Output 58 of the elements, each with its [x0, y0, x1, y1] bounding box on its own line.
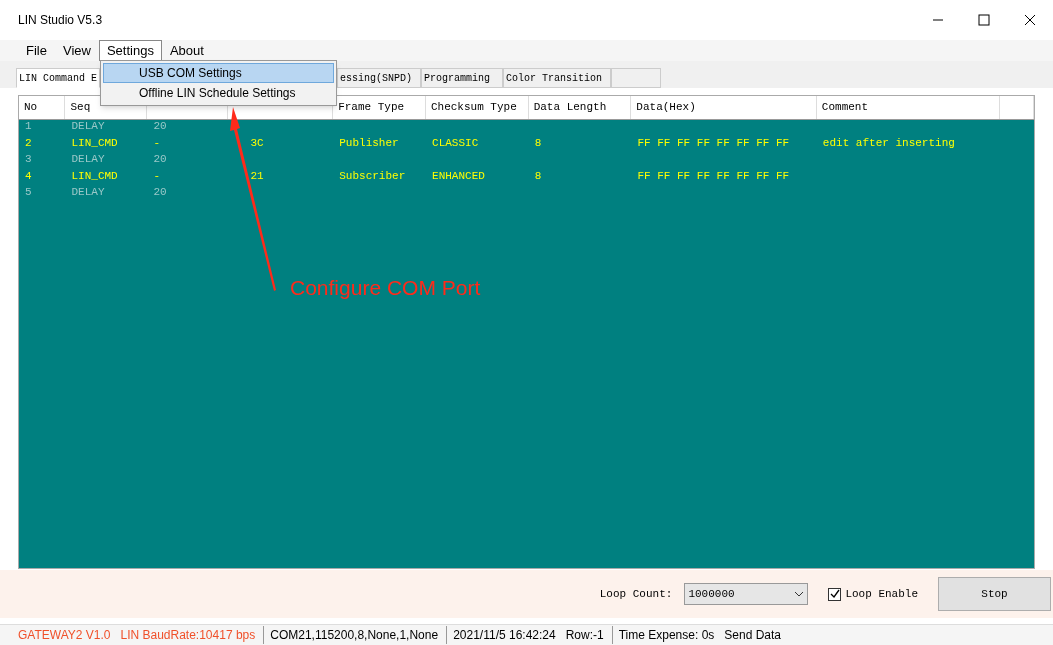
table-cell: edit after inserting	[822, 136, 955, 149]
table-cell: -	[153, 136, 161, 149]
table-cell: ENHANCED	[432, 169, 485, 182]
status-text: LIN BaudRate:10417 bps	[120, 626, 265, 644]
checkbox[interactable]	[828, 587, 842, 601]
column-header: Frame Type	[338, 100, 405, 116]
table-cell: Subscriber	[339, 169, 406, 182]
column-header: Data Length	[533, 100, 607, 116]
menu-item[interactable]: About	[161, 40, 212, 61]
menu-option[interactable]: Offline LIN Schedule Settings	[103, 83, 334, 103]
table-cell: FF FF FF FF FF FF FF FF	[637, 136, 790, 149]
table-cell: -	[153, 169, 161, 182]
checkbox-label: Loop Enable	[845, 586, 918, 602]
table-cell: 8	[534, 169, 542, 182]
table-cell: LIN_CMD	[71, 169, 118, 182]
table-cell: CLASSIC	[432, 136, 479, 149]
table-cell: 1	[25, 120, 32, 133]
table-cell: LIN_CMD	[71, 136, 118, 149]
table-cell: Publisher	[339, 136, 399, 149]
status-text: 2021/11/5 16:42:24	[453, 627, 557, 644]
column-header: Checksum Type	[430, 100, 517, 116]
loop-count-label: Loop Count:	[599, 586, 673, 602]
column-header: Data(Hex)	[636, 100, 696, 116]
tab[interactable]: Programming	[421, 68, 503, 88]
annotation-text: Configure COM Port	[290, 275, 481, 301]
status-text: Send Data	[724, 627, 783, 644]
column-header: Comment	[821, 100, 869, 116]
stop-button[interactable]: Stop	[938, 577, 1051, 611]
column-header: Seq	[70, 100, 91, 116]
table-cell: 8	[534, 136, 542, 149]
table-cell: DELAY	[71, 153, 105, 166]
table-cell: 5	[25, 186, 32, 199]
table-cell: DELAY	[71, 120, 105, 133]
status-text: COM21,115200,8,None,1,None	[270, 626, 448, 644]
loop-count-dropdown[interactable]: 1000000	[684, 583, 809, 605]
window-title: LIN Studio V5.3	[18, 12, 103, 29]
table-cell: FF FF FF FF FF FF FF FF	[637, 169, 790, 182]
menu-item[interactable]: View	[54, 40, 99, 61]
status-text: Time Expense: 0s	[618, 627, 716, 644]
table-cell: DELAY	[71, 186, 105, 199]
table-cell: 20	[153, 186, 167, 199]
table-cell: 3	[25, 153, 32, 166]
tab[interactable]: LIN Command E	[16, 68, 100, 88]
table-cell: 21	[250, 169, 264, 182]
table-cell: 2	[25, 136, 32, 149]
chevron-down-icon	[794, 591, 805, 597]
table-cell: 20	[153, 153, 167, 166]
table-cell: 3C	[250, 136, 264, 149]
tab[interactable]: essing(SNPD)	[337, 68, 421, 88]
menu-item[interactable]: Settings	[98, 40, 162, 61]
column-header: No	[24, 100, 38, 116]
table-cell: 4	[25, 169, 32, 182]
menu-option[interactable]: USB COM Settings	[103, 63, 334, 83]
table-cell: 20	[153, 120, 167, 133]
status-text: GATEWAY2 V1.0	[18, 627, 112, 644]
status-text: Row:-1	[565, 626, 613, 644]
menu-item[interactable]: File	[18, 40, 55, 61]
tab[interactable]: Color Transition	[503, 68, 611, 88]
